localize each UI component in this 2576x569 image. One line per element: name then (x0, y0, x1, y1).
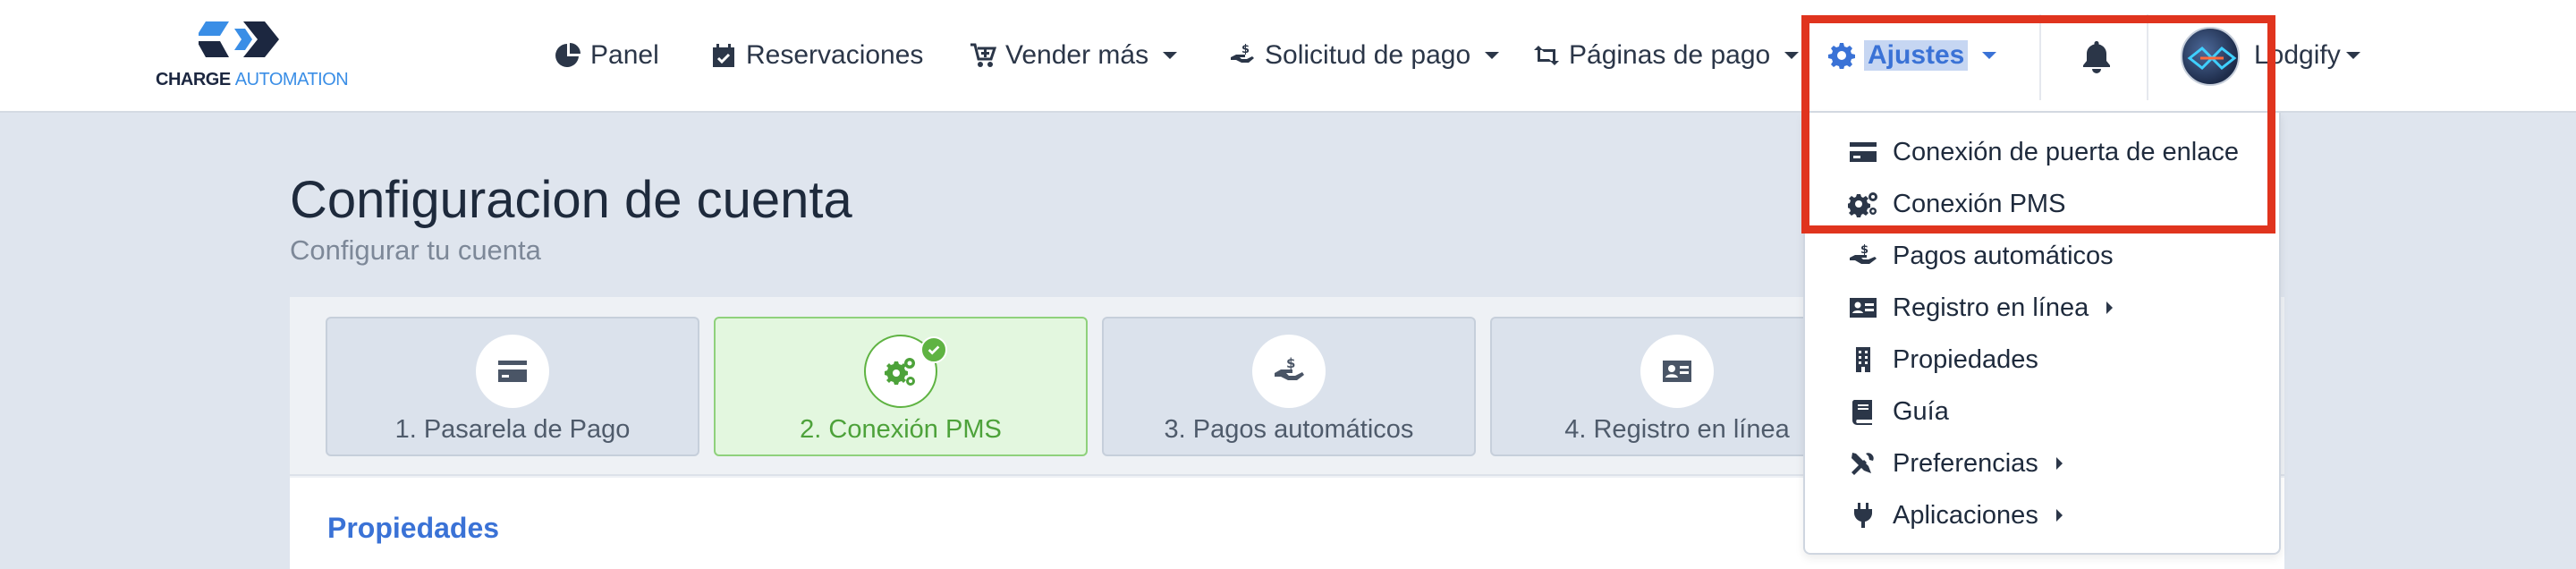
svg-text:$: $ (1241, 43, 1250, 56)
menu-item-pagos-automaticos[interactable]: $ Pagos automáticos (1848, 234, 2114, 277)
svg-text:$: $ (1286, 355, 1295, 371)
page-title: Configuracion de cuenta (290, 171, 852, 229)
chevron-right-icon (2055, 509, 2063, 522)
pie-chart-icon (555, 43, 580, 67)
ajustes-dropdown-menu: Conexión de puerta de enlace Conexión PM… (1803, 113, 2281, 555)
gears-icon (885, 358, 915, 386)
charge-automation-logo[interactable]: CHARGE AUTOMATION (156, 18, 349, 97)
nav-divider (2147, 14, 2148, 100)
step-pasarela-de-pago[interactable]: 1. Pasarela de Pago (326, 317, 699, 456)
top-navbar: CHARGE AUTOMATION Panel Reservaciones Ve… (0, 0, 2576, 113)
hand-dollar-icon: $ (1850, 243, 1877, 264)
building-icon (1856, 347, 1870, 372)
user-menu[interactable]: Lodgify (2254, 36, 2360, 75)
book-icon (1852, 400, 1872, 425)
nav-ajustes[interactable]: Ajustes (1828, 36, 1997, 75)
nav-solicitud-pago[interactable]: $ Solicitud de pago (1229, 36, 1500, 75)
calendar-check-icon (713, 44, 734, 67)
nav-divider (2039, 14, 2041, 100)
logo-mark-icon (199, 21, 279, 57)
menu-item-conexion-puerta-enlace[interactable]: Conexión de puerta de enlace (1848, 131, 2239, 174)
retweet-icon (1534, 46, 1559, 65)
hand-dollar-icon: $ (1231, 43, 1254, 63)
menu-item-registro-en-linea[interactable]: Registro en línea (1848, 286, 2114, 329)
step-label: 2. Conexión PMS (800, 415, 1002, 444)
chevron-down-icon (1163, 52, 1178, 59)
chevron-down-icon (2345, 52, 2360, 59)
nav-vender-mas[interactable]: Vender más (970, 36, 1178, 75)
chevron-down-icon (1982, 52, 1997, 59)
id-card-icon (1663, 361, 1691, 382)
svg-text:$: $ (1860, 243, 1868, 257)
gears-icon (1848, 192, 1877, 217)
step-label: 3. Pagos automáticos (1164, 415, 1414, 444)
section-title: Propiedades (327, 512, 500, 544)
menu-item-aplicaciones[interactable]: Aplicaciones (1848, 494, 2063, 537)
credit-card-icon (1850, 142, 1877, 162)
menu-item-preferencias[interactable]: Preferencias (1848, 442, 2063, 485)
menu-item-guia[interactable]: Guía (1848, 390, 1949, 433)
logo-text: CHARGE AUTOMATION (156, 70, 349, 89)
avatar-graphic-icon (2187, 46, 2237, 71)
step-label: 1. Pasarela de Pago (394, 415, 631, 444)
menu-item-propiedades[interactable]: Propiedades (1848, 338, 2038, 381)
cart-plus-icon (970, 43, 996, 67)
chevron-right-icon (2106, 301, 2114, 314)
menu-item-conexion-pms[interactable]: Conexión PMS (1848, 183, 2065, 225)
check-icon (920, 336, 947, 363)
tools-icon (1852, 453, 1874, 475)
id-card-icon (1850, 298, 1877, 318)
hand-dollar-icon: $ (1275, 355, 1304, 380)
chevron-down-icon (1485, 52, 1500, 59)
nav-reservaciones[interactable]: Reservaciones (710, 36, 923, 75)
avatar[interactable] (2181, 27, 2240, 86)
plug-icon (1854, 503, 1872, 528)
credit-card-icon (498, 361, 527, 382)
step-pagos-automaticos[interactable]: $ 3. Pagos automáticos (1102, 317, 1476, 456)
page-subtitle: Configurar tu cuenta (290, 234, 541, 266)
gear-icon (1828, 43, 1855, 69)
nav-panel[interactable]: Panel (555, 36, 659, 75)
chevron-down-icon (1784, 52, 1800, 59)
step-conexion-pms[interactable]: 2. Conexión PMS (714, 317, 1088, 456)
bell-icon[interactable] (2080, 39, 2113, 73)
nav-paginas-pago[interactable]: Páginas de pago (1533, 36, 1800, 75)
chevron-right-icon (2055, 457, 2063, 470)
